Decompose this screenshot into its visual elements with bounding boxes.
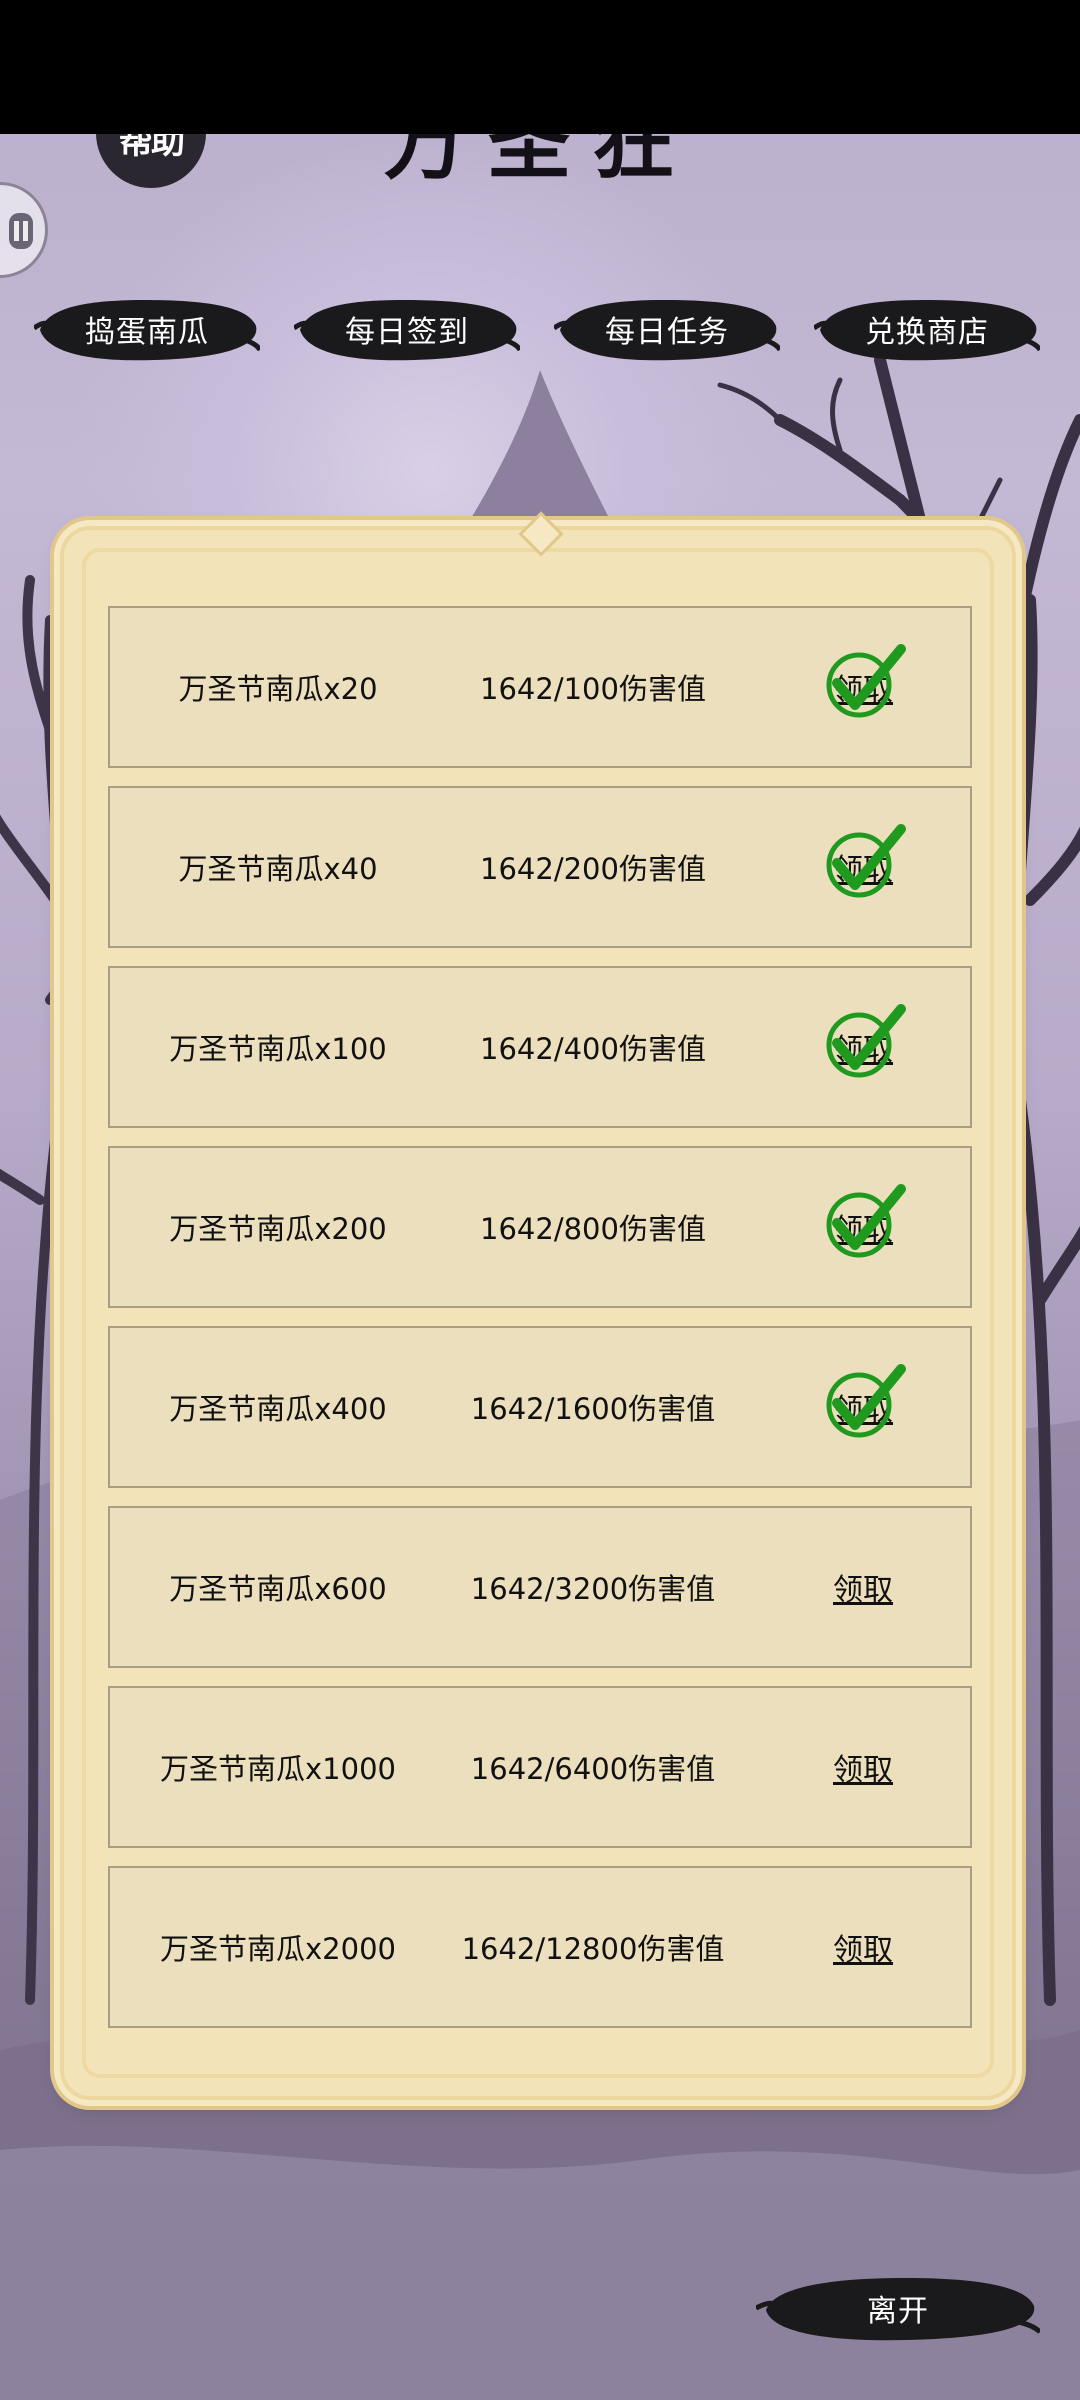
tab-label: 每日任务 bbox=[605, 315, 729, 350]
reward-name: 万圣节南瓜x1000 bbox=[160, 1752, 396, 1786]
tab-label: 每日签到 bbox=[345, 315, 469, 350]
reward-row: 万圣节南瓜x600 1642/3200伤害值 领取 bbox=[108, 1506, 972, 1668]
tab-label: 兑换商店 bbox=[865, 315, 989, 350]
reward-progress: 1642/1600伤害值 bbox=[470, 1392, 716, 1426]
leave-label: 离开 bbox=[867, 2294, 929, 2329]
reward-progress: 1642/100伤害值 bbox=[480, 672, 706, 706]
reward-row: 万圣节南瓜x100 1642/400伤害值 领取 bbox=[108, 966, 972, 1128]
check-icon bbox=[826, 1364, 906, 1438]
claim-cell: 领取 bbox=[798, 1688, 928, 1846]
tab-daily-checkin[interactable]: 每日签到 bbox=[294, 288, 520, 370]
reward-row: 万圣节南瓜x200 1642/800伤害值 领取 bbox=[108, 1146, 972, 1308]
claim-cell: 领取 bbox=[798, 1868, 928, 2026]
claim-button[interactable]: 领取 bbox=[833, 1745, 893, 1789]
check-icon bbox=[826, 1004, 906, 1078]
chat-icon-glyph bbox=[9, 213, 33, 249]
reward-progress: 1642/3200伤害值 bbox=[470, 1572, 716, 1606]
claim-cell: 领取 bbox=[798, 1508, 928, 1666]
reward-name: 万圣节南瓜x200 bbox=[169, 1212, 387, 1246]
reward-progress: 1642/6400伤害值 bbox=[470, 1752, 716, 1786]
claim-cell: 领取 bbox=[798, 968, 928, 1126]
claim-cell: 领取 bbox=[798, 608, 928, 766]
leave-button[interactable]: 离开 bbox=[756, 2266, 1040, 2350]
tab-trick-pumpkin[interactable]: 捣蛋南瓜 bbox=[34, 288, 260, 370]
claim-cell: 领取 bbox=[798, 1148, 928, 1306]
tab-exchange-shop[interactable]: 兑换商店 bbox=[814, 288, 1040, 370]
reward-name: 万圣节南瓜x400 bbox=[169, 1392, 387, 1426]
reward-row: 万圣节南瓜x20 1642/100伤害值 领取 bbox=[108, 606, 972, 768]
reward-panel: 万圣节南瓜x20 1642/100伤害值 领取 万圣节南瓜x40 1642/20… bbox=[64, 511, 1012, 2096]
reward-name: 万圣节南瓜x20 bbox=[178, 672, 378, 706]
reward-name: 万圣节南瓜x600 bbox=[169, 1572, 387, 1606]
claim-cell: 领取 bbox=[798, 1328, 928, 1486]
reward-progress: 1642/400伤害值 bbox=[480, 1032, 706, 1066]
check-icon bbox=[826, 824, 906, 898]
claim-button[interactable]: 领取 bbox=[833, 1925, 893, 1969]
tab-label: 捣蛋南瓜 bbox=[85, 315, 209, 350]
reward-progress: 1642/800伤害值 bbox=[480, 1212, 706, 1246]
reward-list: 万圣节南瓜x20 1642/100伤害值 领取 万圣节南瓜x40 1642/20… bbox=[108, 606, 972, 2046]
reward-name: 万圣节南瓜x40 bbox=[178, 852, 378, 886]
tab-daily-tasks[interactable]: 每日任务 bbox=[554, 288, 780, 370]
reward-name: 万圣节南瓜x2000 bbox=[160, 1932, 396, 1966]
reward-progress: 1642/200伤害值 bbox=[480, 852, 706, 886]
status-bar bbox=[0, 0, 1080, 134]
reward-row: 万圣节南瓜x2000 1642/12800伤害值 领取 bbox=[108, 1866, 972, 2028]
reward-name: 万圣节南瓜x100 bbox=[169, 1032, 387, 1066]
claim-cell: 领取 bbox=[798, 788, 928, 946]
reward-progress: 1642/12800伤害值 bbox=[461, 1932, 725, 1966]
claim-button[interactable]: 领取 bbox=[833, 1565, 893, 1609]
check-icon bbox=[826, 644, 906, 718]
check-icon bbox=[826, 1184, 906, 1258]
reward-row: 万圣节南瓜x1000 1642/6400伤害值 领取 bbox=[108, 1686, 972, 1848]
reward-row: 万圣节南瓜x40 1642/200伤害值 领取 bbox=[108, 786, 972, 948]
reward-row: 万圣节南瓜x400 1642/1600伤害值 领取 bbox=[108, 1326, 972, 1488]
